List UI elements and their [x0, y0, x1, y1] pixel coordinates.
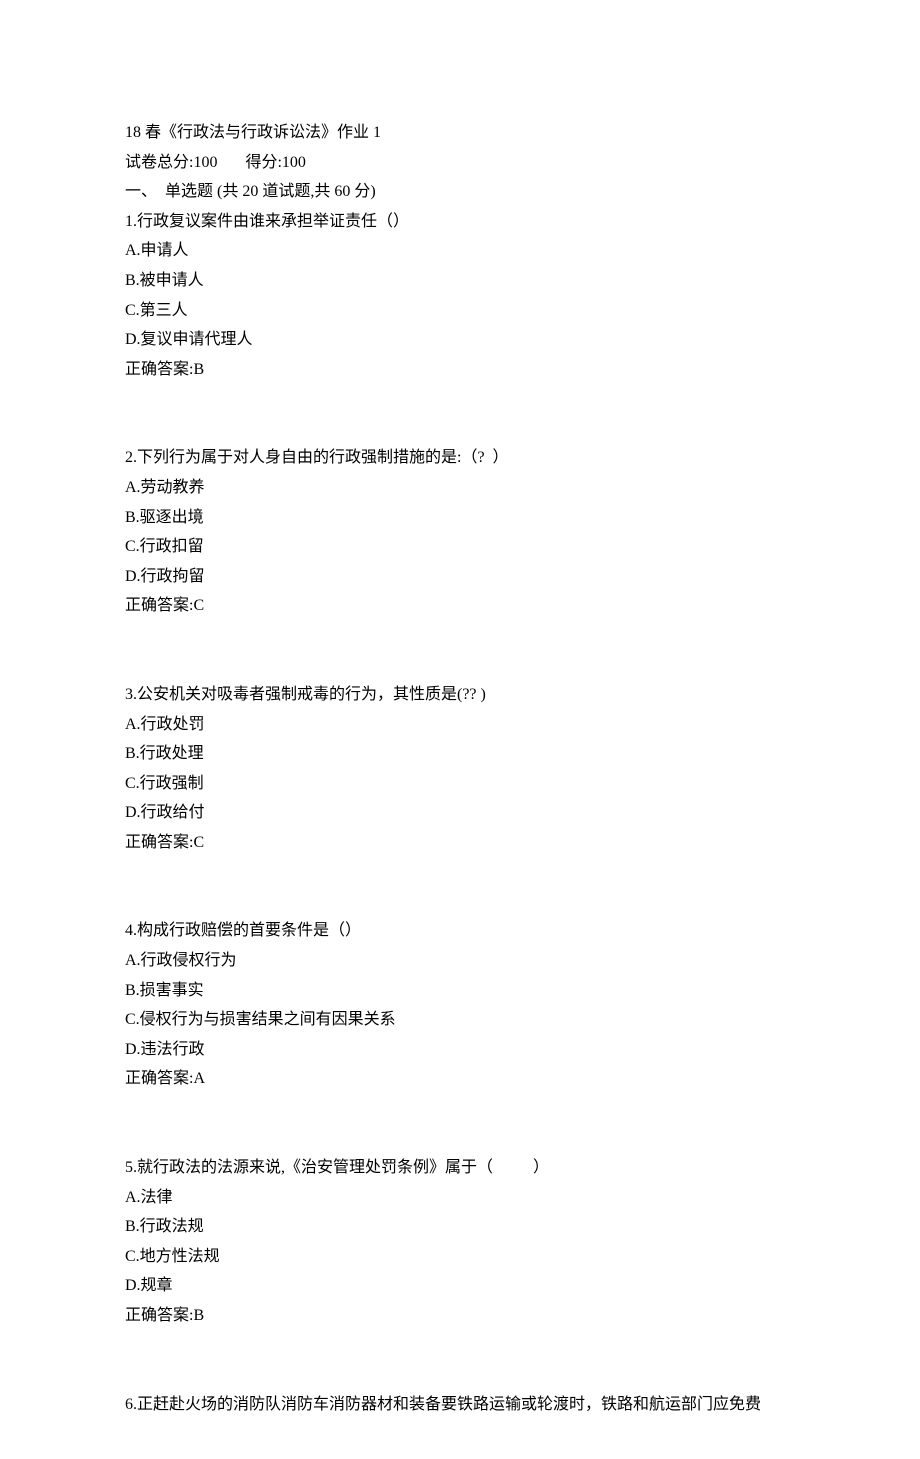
question-option: B.行政法规 [125, 1212, 795, 1242]
question-option: B.被申请人 [125, 266, 795, 296]
question-option: D.行政给付 [125, 798, 795, 828]
question-answer: 正确答案:C [125, 591, 795, 621]
score-line: 试卷总分:100 得分:100 [125, 148, 795, 178]
question-stem: 1.行政复议案件由谁来承担举证责任（） [125, 207, 795, 237]
question-option: B.驱逐出境 [125, 503, 795, 533]
question-block: 3.公安机关对吸毒者强制戒毒的行为，其性质是(?? ) A.行政处罚 B.行政处… [125, 680, 795, 858]
question-stem: 6.正赶赴火场的消防队消防车消防器材和装备要铁路运输或轮渡时，铁路和航运部门应免… [125, 1390, 795, 1420]
question-option: A.法律 [125, 1183, 795, 1213]
question-option: D.违法行政 [125, 1035, 795, 1065]
question-block: 2.下列行为属于对人身自由的行政强制措施的是:（? ） A.劳动教养 B.驱逐出… [125, 443, 795, 621]
spacer [125, 621, 795, 680]
question-block: 5.就行政法的法源来说,《治安管理处罚条例》属于（ ） A.法律 B.行政法规 … [125, 1153, 795, 1331]
question-option: A.行政侵权行为 [125, 946, 795, 976]
section-heading: 一、 单选题 (共 20 道试题,共 60 分) [125, 177, 795, 207]
question-option: B.行政处理 [125, 739, 795, 769]
question-stem: 5.就行政法的法源来说,《治安管理处罚条例》属于（ ） [125, 1153, 795, 1183]
question-option: D.复议申请代理人 [125, 325, 795, 355]
spacer [125, 384, 795, 443]
question-block: 4.构成行政赔偿的首要条件是（） A.行政侵权行为 B.损害事实 C.侵权行为与… [125, 916, 795, 1094]
question-option: D.规章 [125, 1271, 795, 1301]
spacer [125, 857, 795, 916]
question-option: C.行政强制 [125, 769, 795, 799]
question-option: A.行政处罚 [125, 710, 795, 740]
question-option: C.地方性法规 [125, 1242, 795, 1272]
question-option: C.行政扣留 [125, 532, 795, 562]
question-stem: 2.下列行为属于对人身自由的行政强制措施的是:（? ） [125, 443, 795, 473]
question-block: 1.行政复议案件由谁来承担举证责任（） A.申请人 B.被申请人 C.第三人 D… [125, 207, 795, 385]
question-option: C.第三人 [125, 296, 795, 326]
question-option: D.行政拘留 [125, 562, 795, 592]
question-option: B.损害事实 [125, 976, 795, 1006]
question-option: A.申请人 [125, 236, 795, 266]
question-answer: 正确答案:C [125, 828, 795, 858]
question-option: A.劳动教养 [125, 473, 795, 503]
spacer [125, 1331, 795, 1390]
question-answer: 正确答案:B [125, 355, 795, 385]
assignment-title: 18 春《行政法与行政诉讼法》作业 1 [125, 118, 795, 148]
question-answer: 正确答案:B [125, 1301, 795, 1331]
spacer [125, 1094, 795, 1153]
question-stem: 3.公安机关对吸毒者强制戒毒的行为，其性质是(?? ) [125, 680, 795, 710]
question-block: 6.正赶赴火场的消防队消防车消防器材和装备要铁路运输或轮渡时，铁路和航运部门应免… [125, 1390, 795, 1420]
question-option: C.侵权行为与损害结果之间有因果关系 [125, 1005, 795, 1035]
question-stem: 4.构成行政赔偿的首要条件是（） [125, 916, 795, 946]
question-answer: 正确答案:A [125, 1064, 795, 1094]
